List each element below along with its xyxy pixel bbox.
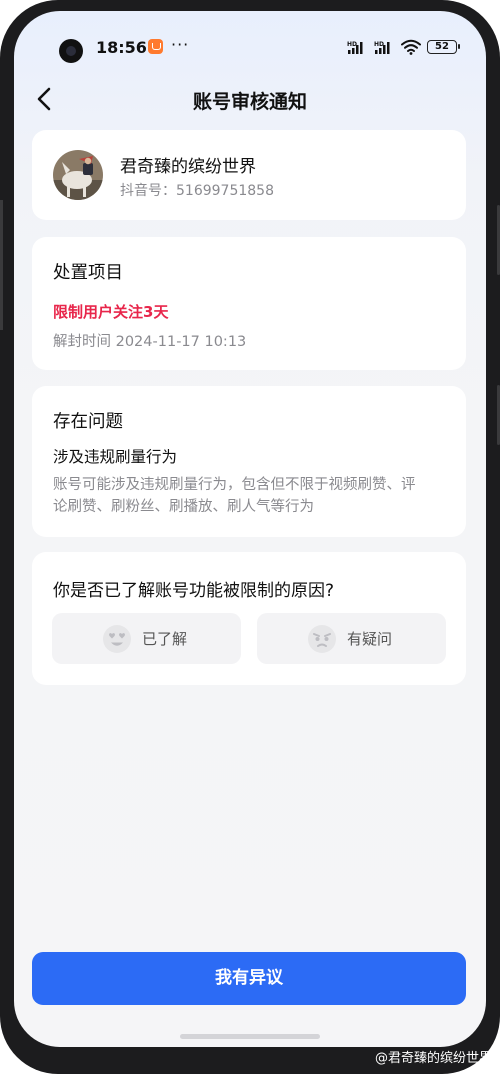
- appeal-label: 我有异议: [215, 968, 283, 988]
- more-notifications-icon: ···: [171, 35, 190, 54]
- appeal-button[interactable]: 我有异议: [32, 952, 466, 1005]
- avatar-image: [53, 150, 103, 200]
- nav-bar: 账号审核通知: [14, 71, 486, 127]
- doubt-button[interactable]: 有疑问: [257, 613, 446, 664]
- signal-icon: HD: [347, 41, 363, 54]
- front-camera: [59, 39, 83, 63]
- feedback-question: 你是否已了解账号功能被限制的原因?: [53, 581, 335, 601]
- avatar[interactable]: [53, 150, 103, 200]
- doubt-label: 有疑问: [347, 630, 393, 648]
- home-indicator[interactable]: [180, 1034, 320, 1039]
- restriction-measure: 限制用户关注3天: [53, 303, 169, 321]
- confused-face-icon: [308, 625, 336, 653]
- screen: 18:56 ··· HD HD 52 账号审核通知 君奇臻的缤纷世界 抖音号：5…: [14, 11, 486, 1047]
- signal-label: HD: [347, 41, 357, 48]
- status-time: 18:56: [96, 38, 147, 57]
- understood-button[interactable]: 已了解: [52, 613, 241, 664]
- phone-frame: 18:56 ··· HD HD 52 账号审核通知 君奇臻的缤纷世界 抖音号：5…: [0, 0, 500, 1074]
- signal-label-2: HD: [374, 41, 384, 48]
- section-title: 处置项目: [53, 263, 123, 283]
- wifi-icon: [401, 39, 421, 55]
- heart-eyes-icon: [103, 625, 131, 653]
- problem-card: 存在问题 涉及违规刷量行为 账号可能涉及违规刷量行为，包含但不限于视频刷赞、评论…: [32, 386, 466, 537]
- feedback-card: 你是否已了解账号功能被限制的原因? 已了解 有疑问: [32, 552, 466, 685]
- profile-card[interactable]: 君奇臻的缤纷世界 抖音号：51699751858: [32, 130, 466, 220]
- section-title: 存在问题: [53, 412, 123, 432]
- understood-label: 已了解: [142, 630, 188, 648]
- battery-indicator: 52: [427, 40, 460, 54]
- issue-title: 涉及违规刷量行为: [53, 448, 178, 466]
- disposition-card: 处置项目 限制用户关注3天 解封时间 2024-11-17 10:13: [32, 237, 466, 370]
- app-notification-icon: [148, 39, 163, 54]
- watermark: @君奇臻的缤纷世界: [374, 1051, 492, 1066]
- douyin-id: 抖音号：51699751858: [120, 183, 274, 199]
- page-title: 账号审核通知: [192, 91, 307, 113]
- signal-icon-2: HD: [374, 41, 390, 54]
- issue-description: 账号可能涉及违规刷量行为，包含但不限于视频刷赞、评论刷赞、刷粉丝、刷播放、刷人气…: [53, 477, 416, 515]
- user-name: 君奇臻的缤纷世界: [120, 157, 256, 177]
- unblock-time: 解封时间 2024-11-17 10:13: [53, 334, 247, 350]
- phone-edge: [0, 200, 3, 330]
